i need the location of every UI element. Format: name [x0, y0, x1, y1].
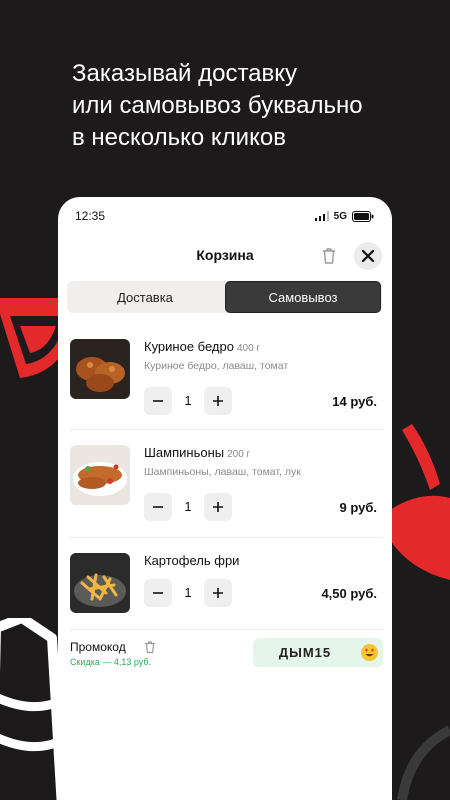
increase-button[interactable] [204, 493, 232, 521]
minus-icon [153, 400, 163, 402]
item-weight: 200 г [227, 449, 251, 460]
page-title: Корзина [196, 247, 254, 263]
decrease-button[interactable] [144, 493, 172, 521]
divider [70, 537, 383, 538]
item-description: Шампиньоны, лаваш, томат, лук [144, 466, 301, 478]
cart-item: Куриное бедро 400 г Куриное бедро, лаваш,… [70, 339, 383, 437]
item-name: Куриное бедро 400 г [144, 339, 260, 354]
promo-code-value: ДЫМ15 [278, 645, 332, 660]
divider [70, 429, 383, 430]
battery-icon [352, 210, 374, 222]
promo-section: Промокод Скидка — 4,13 руб. ДЫМ15 [70, 637, 383, 677]
mushroom-skewers-photo [70, 445, 130, 505]
tab-pickup[interactable]: Самовывоз [225, 281, 381, 313]
chicken-thigh-photo [70, 339, 130, 399]
plus-icon [213, 396, 223, 406]
french-fries-photo [70, 553, 130, 613]
decrease-button[interactable] [144, 579, 172, 607]
item-title: Куриное бедро [144, 339, 234, 354]
status-time: 12:35 [75, 209, 106, 223]
network-label: 5G [333, 210, 347, 222]
signal-icon [314, 211, 329, 221]
divider [70, 629, 383, 630]
quantity-value: 1 [184, 393, 192, 408]
headline-line-2: или самовывоз буквально [72, 92, 363, 119]
quantity-value: 1 [184, 499, 192, 514]
fries-box-decoration [0, 618, 64, 800]
item-price: 9 руб. [339, 500, 377, 515]
minus-icon [153, 592, 163, 594]
increase-button[interactable] [204, 387, 232, 415]
item-name: Шампиньоны 200 г [144, 445, 250, 460]
quantity-value: 1 [184, 585, 192, 600]
plus-icon [213, 588, 223, 598]
promo-label: Промокод [70, 640, 126, 654]
clear-cart-icon[interactable] [319, 246, 339, 266]
quantity-stepper: 1 [144, 579, 232, 607]
close-button[interactable] [354, 242, 382, 270]
quantity-stepper: 1 [144, 493, 232, 521]
item-price: 14 руб. [332, 394, 377, 409]
status-bar: 12:35 5G [58, 197, 392, 235]
quantity-stepper: 1 [144, 387, 232, 415]
chili-pepper-decoration [390, 424, 450, 580]
item-name: Картофель фри [144, 553, 239, 568]
promo-discount: Скидка — 4,13 руб. [70, 657, 152, 667]
remove-promo-icon[interactable] [143, 640, 157, 654]
increase-button[interactable] [204, 579, 232, 607]
hand-decoration [397, 725, 450, 800]
item-price: 4,50 руб. [321, 586, 377, 601]
headline-line-3: в несколько кликов [72, 124, 286, 151]
promo-headline: Заказывай доставку или самовывоз букваль… [72, 58, 363, 154]
item-title: Картофель фри [144, 553, 240, 568]
headline-line-1: Заказывай доставку [72, 60, 298, 87]
cart-item: Шампиньоны 200 г Шампиньоны, лаваш, томат… [70, 445, 383, 543]
item-description: Куриное бедро, лаваш, томат [144, 360, 289, 372]
item-weight: 400 г [236, 343, 261, 354]
minus-icon [153, 506, 163, 508]
promo-code-field[interactable]: ДЫМ15 [253, 638, 383, 667]
status-indicators: 5G [314, 210, 374, 222]
decrease-button[interactable] [144, 387, 172, 415]
delivery-mode-switch: Доставка Самовывоз [67, 281, 382, 313]
item-title: Шампиньоны [144, 445, 225, 460]
plus-icon [213, 502, 223, 512]
heart-eyes-emoji-icon [361, 644, 378, 661]
tab-delivery[interactable]: Доставка [67, 281, 223, 313]
phone-screen: 12:35 5G Корзина Доставка Самовывоз Кури… [58, 197, 392, 800]
close-icon [362, 250, 374, 262]
cart-header: Корзина [58, 239, 392, 273]
